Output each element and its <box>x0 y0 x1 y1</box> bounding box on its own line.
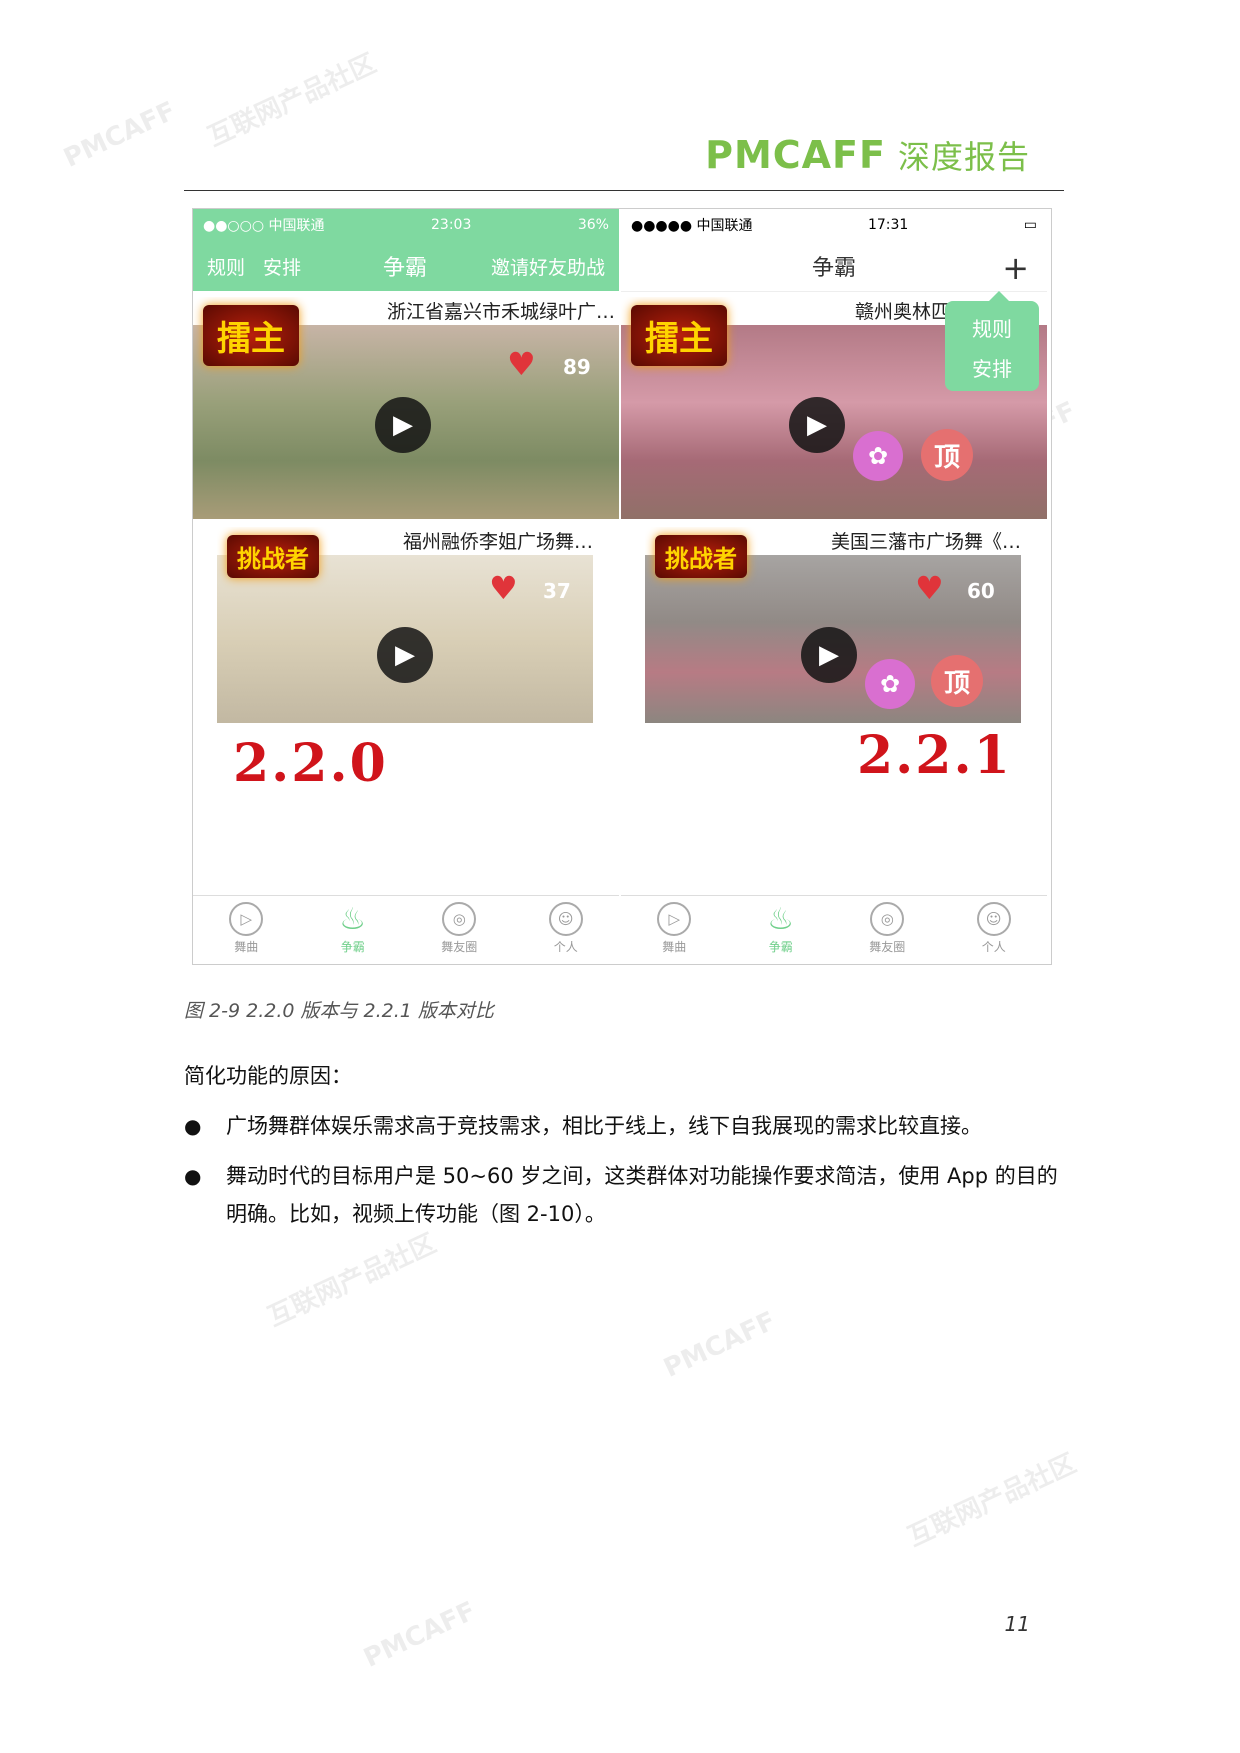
battle-card[interactable]: 福州融侨李姐广场舞… 挑战者 ▶ ♥ 37 <box>217 527 593 723</box>
battle-card[interactable]: 浙江省嘉兴市禾城绿叶广… 擂主 ▶ ♥ 89 <box>193 297 619 519</box>
battery-icon: ▭ <box>1023 217 1037 233</box>
version-label: 2.2.0 <box>233 733 388 794</box>
plus-icon[interactable]: + <box>1002 249 1029 287</box>
heart-icon[interactable]: ♥ <box>915 569 944 607</box>
flame-icon: ♨ <box>339 901 367 937</box>
bullet-text: 广场舞群体娱乐需求高于竞技需求，相比于线上，线下自我展现的需求比较直接。 <box>226 1114 982 1138</box>
watermark: PMCAFF <box>359 1596 481 1674</box>
circle-icon: ◎ <box>870 902 905 936</box>
nav-bar: 争霸 + <box>621 241 1047 292</box>
person-icon: ☺ <box>976 902 1011 936</box>
phone-v220: ●●○○○ 中国联通 23:03 36% 规则 安排 争霸 邀请好友助战 浙江省嘉… <box>193 209 619 964</box>
play-circle-icon: ▷ <box>229 902 264 936</box>
heart-icon[interactable]: ♥ <box>507 345 536 383</box>
rules-link[interactable]: 规则 <box>207 257 245 279</box>
battery-level: 36% <box>577 217 609 233</box>
card-title: 美国三藩市广场舞《… <box>830 531 1021 553</box>
version-label: 2.2.1 <box>857 725 1012 786</box>
tab-label: 个人 <box>553 940 578 954</box>
tab-dance-music[interactable]: ▷ 舞曲 <box>193 896 300 964</box>
play-icon[interactable]: ▶ <box>801 627 857 683</box>
battle-card[interactable]: 美国三藩市广场舞《… 挑战者 ▶ ♥ 60 ✿ 顶 <box>645 527 1021 723</box>
bullet-item: ● 广场舞群体娱乐需求高于竞技需求，相比于线上，线下自我展现的需求比较直接。 <box>184 1107 1064 1145</box>
nav-title: 争霸 <box>383 256 428 281</box>
bullet-item: ● 舞动时代的目标用户是 50~60 岁之间，这类群体对功能操作要求简洁，使用 … <box>184 1157 1064 1233</box>
nav-bar: 规则 安排 争霸 邀请好友助战 <box>193 241 619 291</box>
bullet-icon: ● <box>184 1164 202 1188</box>
upvote-button[interactable]: 顶 <box>931 655 983 707</box>
status-bar: ●●○○○ 中国联通 23:03 36% <box>193 209 619 241</box>
tab-profile[interactable]: ☺ 个人 <box>513 896 620 964</box>
tab-bar: ▷ 舞曲 ♨ 争霸 ◎ 舞友圈 ☺ 个人 <box>621 895 1047 964</box>
like-count: 60 <box>967 579 995 603</box>
status-bar: ●●●●● 中国联通 17:31 ▭ <box>621 209 1047 241</box>
play-icon[interactable]: ▶ <box>375 397 431 453</box>
upvote-button[interactable]: 顶 <box>921 429 973 481</box>
circle-icon: ◎ <box>442 902 477 936</box>
section-title: 简化功能的原因： <box>184 1064 352 1088</box>
popover-schedule[interactable]: 安排 <box>945 349 1039 389</box>
watermark: 互联网产品社区 <box>903 1448 1081 1553</box>
brand-name: PMCAFF <box>705 133 886 177</box>
status-time: 17:31 <box>867 217 909 233</box>
tab-label: 个人 <box>981 940 1006 954</box>
play-circle-icon: ▷ <box>657 902 692 936</box>
figure-caption: 图 2-9 2.2.0 版本与 2.2.1 版本对比 <box>184 1000 494 1022</box>
tab-dance-music[interactable]: ▷ 舞曲 <box>621 896 728 964</box>
report-subtitle: 深度报告 <box>897 138 1030 176</box>
like-count: 37 <box>543 579 571 603</box>
card-title: 福州融侨李姐广场舞… <box>402 531 593 553</box>
challenger-badge: 挑战者 <box>227 535 319 578</box>
nav-popover-menu: 规则 安排 <box>945 291 1039 391</box>
tab-label: 争霸 <box>768 940 793 954</box>
tab-friends-circle[interactable]: ◎ 舞友圈 <box>406 896 513 964</box>
tab-battle[interactable]: ♨ 争霸 <box>728 896 835 964</box>
challenger-badge: 挑战者 <box>655 535 747 578</box>
heart-icon[interactable]: ♥ <box>489 569 518 607</box>
watermark: PMCAFF <box>659 1306 781 1384</box>
tab-label: 争霸 <box>340 940 365 954</box>
tab-label: 舞友圈 <box>869 940 906 954</box>
tab-label: 舞友圈 <box>441 940 478 954</box>
champion-badge: 擂主 <box>203 305 299 366</box>
carrier-signal: ●●○○○ 中国联通 <box>203 218 325 234</box>
tulip-icon[interactable]: ✿ <box>865 659 915 709</box>
card-title: 浙江省嘉兴市禾城绿叶广… <box>386 301 615 323</box>
tab-battle[interactable]: ♨ 争霸 <box>300 896 407 964</box>
tab-label: 舞曲 <box>234 940 259 954</box>
schedule-link[interactable]: 安排 <box>263 257 301 279</box>
comparison-screenshot: ●●○○○ 中国联通 23:03 36% 规则 安排 争霸 邀请好友助战 浙江省嘉… <box>192 208 1052 965</box>
bullet-icon: ● <box>184 1114 202 1138</box>
phone-v221: ●●●●● 中国联通 17:31 ▭ 争霸 + 赣州奥林匹克广… 擂主 ▶ ✿ … <box>621 209 1047 964</box>
play-icon[interactable]: ▶ <box>377 627 433 683</box>
header-brand: PMCAFF 深度报告 <box>705 132 1030 178</box>
header-divider <box>184 190 1064 191</box>
tab-profile[interactable]: ☺ 个人 <box>941 896 1048 964</box>
popover-rules[interactable]: 规则 <box>945 309 1039 349</box>
carrier-signal: ●●●●● 中国联通 <box>631 218 753 234</box>
page-number: 11 <box>1004 1612 1030 1636</box>
tab-friends-circle[interactable]: ◎ 舞友圈 <box>834 896 941 964</box>
watermark: PMCAFF <box>59 96 181 174</box>
watermark: 互联网产品社区 <box>263 1228 441 1333</box>
champion-badge: 擂主 <box>631 305 727 366</box>
play-icon[interactable]: ▶ <box>789 397 845 453</box>
nav-title: 争霸 <box>811 256 856 281</box>
nav-left-group: 规则 安排 <box>207 253 319 280</box>
tulip-icon[interactable]: ✿ <box>853 431 903 481</box>
person-icon: ☺ <box>548 902 583 936</box>
flame-icon: ♨ <box>767 901 795 937</box>
bullet-text: 舞动时代的目标用户是 50~60 岁之间，这类群体对功能操作要求简洁，使用 Ap… <box>226 1164 1058 1226</box>
watermark: 互联网产品社区 <box>203 48 381 153</box>
status-time: 23:03 <box>431 217 472 233</box>
tab-label: 舞曲 <box>662 940 687 954</box>
tab-bar: ▷ 舞曲 ♨ 争霸 ◎ 舞友圈 ☺ 个人 <box>193 895 619 964</box>
invite-friends-link[interactable]: 邀请好友助战 <box>491 253 605 280</box>
like-count: 89 <box>563 355 591 379</box>
